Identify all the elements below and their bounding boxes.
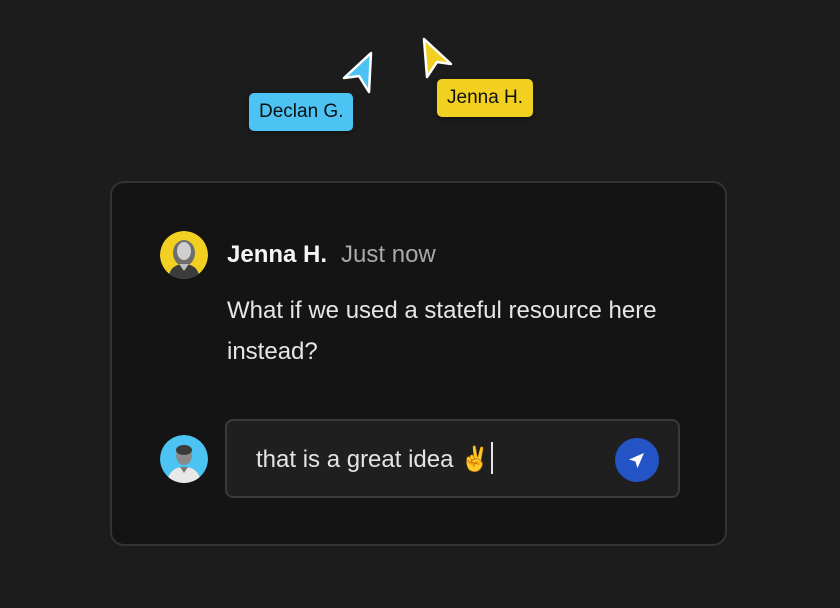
comment-author: Jenna H. [227, 241, 328, 268]
avatar [160, 231, 208, 279]
collaborator-cursor-label: Declan G. [249, 93, 354, 131]
reply-input[interactable]: that is a great idea ✌️ [225, 419, 680, 498]
text-caret [491, 442, 494, 474]
comment-collaboration-canvas: Declan G. Jenna H. Jenna H. Just now What… [0, 0, 840, 608]
cursor-arrow-icon [420, 36, 456, 80]
avatar [160, 435, 208, 483]
comment-card: Jenna H. Just now What if we used a state… [110, 181, 727, 546]
send-button[interactable] [615, 438, 659, 482]
collaborator-cursor-label: Jenna H. [437, 79, 534, 117]
send-arrow-icon [629, 453, 644, 468]
cursor-arrow-icon [340, 50, 376, 94]
reply-input-value: that is a great idea ✌️ [256, 446, 491, 473]
comment-timestamp: Just now [341, 241, 436, 268]
comment-header: Jenna H. Just now [227, 239, 436, 271]
comment-body: What if we used a stateful resource here… [227, 297, 657, 365]
